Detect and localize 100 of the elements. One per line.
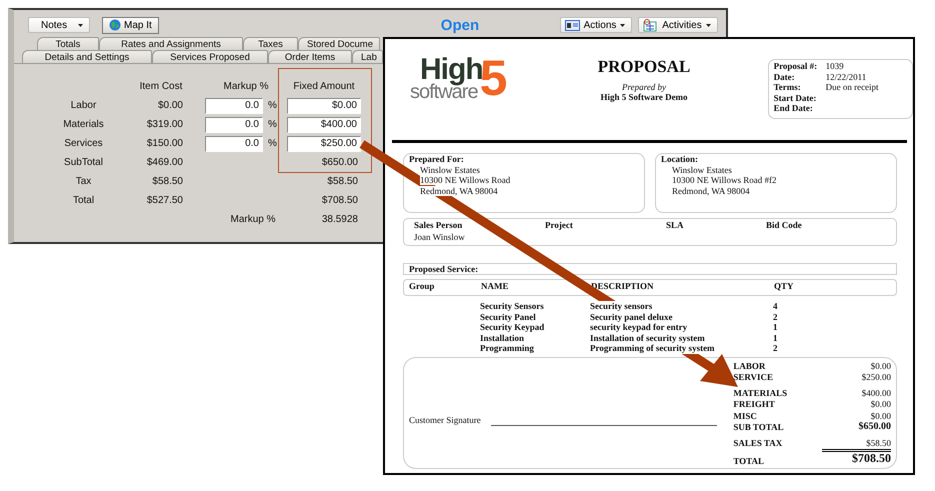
tab[interactable]: Totals [37, 37, 99, 50]
tab[interactable]: Order Items [268, 50, 352, 63]
caret-icon [78, 24, 83, 26]
summary-label: SALES TAX [733, 438, 784, 450]
summary-value: $400.00 [860, 388, 891, 400]
id-card-icon [565, 20, 580, 30]
tab[interactable]: Lab [352, 50, 383, 63]
info-label: End Date: [774, 103, 814, 114]
tab[interactable]: Taxes [243, 37, 298, 50]
column-header: Fixed Amount [292, 81, 356, 92]
item-description: Security sensors [590, 301, 652, 312]
caret-icon [620, 24, 625, 26]
row-label: Services [63, 138, 104, 149]
summary-label: MISC [733, 410, 758, 422]
tab[interactable]: Details and Settings [22, 50, 152, 63]
field-heading: Sales Person [414, 220, 464, 232]
caret-icon [706, 24, 711, 26]
company-name: High 5 Software Demo [600, 92, 688, 102]
markup-field[interactable]: 0.0 [205, 116, 263, 132]
summary-value: $0.00 [870, 360, 891, 372]
row-label: SubTotal [63, 157, 104, 168]
activities-dropdown[interactable]: Activities [638, 17, 718, 33]
item-quantity: 1 [773, 322, 778, 333]
column-header: Item Cost [138, 81, 184, 92]
column-header: NAME [481, 280, 510, 293]
calendar-icon [643, 18, 658, 32]
item-description: Installation of security system [590, 332, 705, 344]
map-it-button[interactable]: Map It [102, 16, 159, 34]
info-value: Due on receipt [826, 82, 880, 92]
item-name: Security Panel [480, 312, 536, 322]
item-cost: $527.50 [146, 195, 183, 206]
summary-value: $0.00 [870, 410, 891, 422]
markup-label: Markup % [229, 214, 276, 225]
field-heading: Bid Code [766, 220, 803, 232]
fixed-amount: $708.50 [320, 195, 359, 206]
item-description: Programming of security system [590, 343, 715, 354]
fixed-amount-field[interactable]: $250.00 [287, 136, 361, 152]
actions-dropdown[interactable]: Actions [560, 17, 632, 33]
summary-value: $0.00 [870, 399, 891, 411]
markup-field[interactable]: 0.0 [205, 98, 263, 114]
summary-label: SUB TOTAL [733, 422, 785, 434]
item-description: Security panel deluxe [590, 312, 672, 322]
summary-label: MATERIALS [733, 388, 788, 400]
summary-value: $58.50 [822, 438, 891, 452]
section-heading: Proposed Service: [403, 263, 897, 275]
info-label: Proposal #: [774, 61, 818, 72]
item-cost: $469.00 [146, 157, 183, 168]
fixed-amount-field[interactable]: $0.00 [287, 98, 361, 114]
percent-sign: % [267, 138, 278, 149]
field-heading: SLA [666, 220, 685, 232]
item-name: Security Sensors [480, 301, 544, 312]
info-label: Date: [774, 72, 796, 82]
prepared-by-label: Prepared by [622, 82, 666, 92]
percent-sign: % [267, 119, 278, 130]
fixed-amount: $58.50 [326, 176, 359, 187]
tab[interactable]: Services Proposed [152, 50, 268, 63]
row-label: Labor [70, 100, 98, 111]
item-quantity: 2 [773, 312, 778, 322]
row-label: Total [72, 195, 96, 206]
globe-icon [109, 19, 121, 31]
item-quantity: 1 [773, 332, 778, 344]
fixed-amount-field[interactable]: $400.00 [287, 116, 361, 132]
field-value: Joan Winslow [414, 232, 466, 244]
address-heading: Prepared For: [409, 154, 465, 164]
item-name: Programming [480, 343, 534, 354]
row-label: Tax [74, 176, 92, 187]
column-header: Group [409, 280, 436, 293]
document-title: PROPOSAL [598, 57, 690, 77]
markup-value: 38.5928 [320, 214, 359, 225]
summary-label: LABOR [733, 360, 766, 372]
fixed-amount: $650.00 [320, 157, 359, 168]
info-label: Start Date: [774, 92, 818, 103]
item-quantity: 4 [773, 301, 778, 312]
summary-value: $650.00 [858, 422, 891, 434]
tab[interactable]: Rates and Assignments [99, 37, 243, 50]
item-quantity: 2 [773, 343, 778, 354]
summary-label: FREIGHT [733, 399, 776, 411]
percent-sign: % [267, 100, 278, 111]
info-value: 12/22/2011 [826, 72, 868, 82]
column-header: Markup % [222, 81, 270, 92]
tab[interactable]: Stored Docume [298, 37, 380, 50]
item-name: Security Keypad [480, 322, 544, 333]
item-description: security keypad for entry [590, 322, 688, 333]
row-label: Materials [62, 119, 105, 130]
item-cost: $0.00 [156, 100, 183, 111]
item-name: Installation [480, 332, 524, 344]
summary-label: SERVICE [733, 372, 774, 384]
info-value: 1039 [826, 61, 845, 72]
summary-label: TOTAL [733, 456, 766, 468]
item-cost: $150.00 [146, 138, 183, 149]
address-heading: Location: [661, 154, 699, 164]
signature-label: Customer Signature [409, 415, 481, 426]
info-label: Terms: [774, 82, 802, 92]
field-heading: Project [545, 220, 574, 232]
notes-dropdown[interactable]: Notes [28, 17, 90, 33]
status-label: Open [440, 16, 480, 34]
markup-field[interactable]: 0.0 [205, 136, 263, 152]
item-cost: $58.50 [151, 176, 183, 187]
summary-value: $708.50 [852, 453, 891, 468]
item-cost: $319.00 [146, 119, 183, 130]
